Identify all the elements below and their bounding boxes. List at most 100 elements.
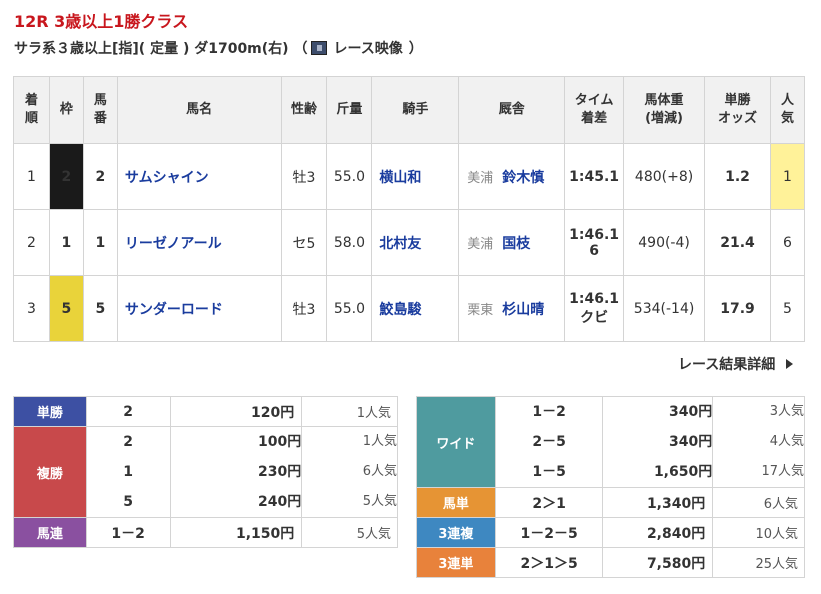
tansho-label: 単勝 xyxy=(13,396,87,427)
payout-row-umatan: 馬単 2＞1 1,340円 6人気 xyxy=(416,487,805,518)
popularity: 6 xyxy=(769,209,806,276)
fukusho-ninki: 5人気 xyxy=(362,494,397,509)
sex-age: 牡3 xyxy=(280,143,328,210)
wide-amount: 340円 xyxy=(669,434,713,450)
chevron-right-icon xyxy=(786,359,794,369)
table-row: 2 1 1 リーゼノアール セ5 58.0 北村友 美浦 国枝 1:46.1 6 4… xyxy=(13,209,806,276)
umaren-amount: 1,150円 xyxy=(169,517,303,548)
horse-link[interactable]: サンダーロード xyxy=(125,302,223,318)
win-odds: 17.9 xyxy=(704,275,771,342)
header-sexage: 性齢 xyxy=(280,76,328,144)
carried-weight: 55.0 xyxy=(326,275,373,342)
header-trainer: 厩舎 xyxy=(458,76,566,144)
race-conditions-close: ） xyxy=(408,41,423,57)
waku-badge: 2 xyxy=(48,143,84,210)
carried-weight: 58.0 xyxy=(326,209,373,276)
trainer-region: 栗東 xyxy=(467,302,494,318)
jockey-link[interactable]: 横山和 xyxy=(379,170,421,186)
wide-combo: 2－5 xyxy=(532,434,566,450)
race-conditions-text: サラ系３歳以上[指]( 定量 ) ダ1700m(右) （ xyxy=(14,41,308,57)
video-icon xyxy=(311,41,328,55)
wide-combo: 1－5 xyxy=(532,464,566,480)
fukusho-label: 複勝 xyxy=(13,426,87,518)
horse-cell: サムシャイン xyxy=(116,143,282,210)
table-row: 3 5 5 サンダーロード 牡3 55.0 鮫島駿 栗東 杉山晴 1:46.1 クビ… xyxy=(13,275,806,342)
header-horse: 馬名 xyxy=(116,76,282,144)
jockey-cell: 北村友 xyxy=(371,209,460,276)
jockey-link[interactable]: 鮫島駿 xyxy=(379,302,421,318)
trainer-cell: 美浦 国枝 xyxy=(458,209,566,276)
fukusho-combo: 5 xyxy=(123,494,134,510)
trainer-region: 美浦 xyxy=(467,170,494,186)
waku-badge: 5 xyxy=(48,275,84,342)
trainer-link[interactable]: 杉山晴 xyxy=(502,302,544,318)
umaren-combo: 1－2 xyxy=(85,517,171,548)
race-video-link[interactable]: レース映像 xyxy=(311,38,403,58)
header-time: タイム 着差 xyxy=(564,76,625,144)
tansho-combo: 2 xyxy=(85,396,171,427)
umaren-label: 馬連 xyxy=(13,517,87,548)
header-umaban: 馬番 xyxy=(82,76,118,144)
sanrentan-combo: 2＞1＞5 xyxy=(494,547,604,578)
trainer-cell: 美浦 鈴木慎 xyxy=(458,143,566,210)
detail-link-label: レース結果詳細 xyxy=(678,357,776,373)
trainer-link[interactable]: 鈴木慎 xyxy=(502,170,544,186)
header-pop: 人気 xyxy=(769,76,806,144)
umaban: 1 xyxy=(82,209,118,276)
win-odds: 21.4 xyxy=(704,209,771,276)
jockey-link[interactable]: 北村友 xyxy=(379,236,421,252)
header-waku: 枠 xyxy=(48,76,84,144)
horse-link[interactable]: リーゼノアール xyxy=(125,236,222,252)
fukusho-ninki: 6人気 xyxy=(362,464,397,479)
jockey-cell: 鮫島駿 xyxy=(371,275,460,342)
race-conditions: サラ系３歳以上[指]( 定量 ) ダ1700m(右) （ レース映像 ） xyxy=(14,38,423,58)
payout-row-fukusho: 複勝 2 1 5 100円 230円 240円 1人気 6人気 5人気 xyxy=(13,426,398,518)
horse-link[interactable]: サムシャイン xyxy=(125,170,209,186)
umatan-ninki: 6人気 xyxy=(712,487,805,518)
wide-combos: 1－2 2－5 1－5 xyxy=(494,396,604,488)
sanrenpuku-label: 3連複 xyxy=(416,517,496,548)
fukusho-amount: 230円 xyxy=(258,464,302,480)
tansho-ninki: 1人気 xyxy=(301,396,398,427)
finish-time: 1:46.1 6 xyxy=(564,209,625,276)
body-weight: 534(-14) xyxy=(623,275,706,342)
fukusho-amounts: 100円 230円 240円 xyxy=(169,426,303,518)
header-rank: 着順 xyxy=(13,76,50,144)
fukusho-amount: 100円 xyxy=(258,434,302,450)
sanrenpuku-ninki: 10人気 xyxy=(712,517,805,548)
race-title: 12R 3歳以上1勝クラス xyxy=(14,12,189,31)
wide-ninkis: 3人気 4人気 17人気 xyxy=(712,396,805,488)
waku-badge: 1 xyxy=(48,209,84,276)
race-result-detail-link[interactable]: レース結果詳細 xyxy=(678,354,794,374)
payout-table-left: 単勝 2 120円 1人気 複勝 2 1 5 100円 230円 240円 1人… xyxy=(13,396,398,548)
fukusho-ninkis: 1人気 6人気 5人気 xyxy=(301,426,398,518)
umatan-label: 馬単 xyxy=(416,487,496,518)
header-weight: 斤量 xyxy=(326,76,373,144)
rank: 3 xyxy=(13,275,50,342)
sanrenpuku-amount: 2,840円 xyxy=(602,517,714,548)
payout-row-tansho: 単勝 2 120円 1人気 xyxy=(13,396,398,427)
popularity: 5 xyxy=(769,275,806,342)
sanrentan-ninki: 25人気 xyxy=(712,547,805,578)
trainer-region: 美浦 xyxy=(467,236,494,252)
wide-ninki: 3人気 xyxy=(769,404,804,419)
finish-time: 1:46.1 クビ xyxy=(564,275,625,342)
sex-age: セ5 xyxy=(280,209,328,276)
trainer-link[interactable]: 国枝 xyxy=(502,236,530,252)
table-row: 1 2 2 サムシャイン 牡3 55.0 横山和 美浦 鈴木慎 1:45.1 48… xyxy=(13,143,806,210)
payout-row-sanrenpuku: 3連複 1－2－5 2,840円 10人気 xyxy=(416,517,805,548)
body-weight: 490(-4) xyxy=(623,209,706,276)
header-body: 馬体重 (増減) xyxy=(623,76,706,144)
header-jockey: 騎手 xyxy=(371,76,460,144)
payout-row-sanrentan: 3連単 2＞1＞5 7,580円 25人気 xyxy=(416,547,805,578)
umatan-combo: 2＞1 xyxy=(494,487,604,518)
race-result-table: 着順 枠 馬番 馬名 性齢 斤量 騎手 厩舎 タイム 着差 馬体重 (増減) 単勝オ… xyxy=(13,76,806,342)
wide-amount: 1,650円 xyxy=(653,464,713,480)
wide-label: ワイド xyxy=(416,396,496,488)
result-header-row: 着順 枠 馬番 馬名 性齢 斤量 騎手 厩舎 タイム 着差 馬体重 (増減) 単勝オ… xyxy=(13,76,806,144)
jockey-cell: 横山和 xyxy=(371,143,460,210)
race-video-label: レース映像 xyxy=(333,41,403,57)
umaban: 5 xyxy=(82,275,118,342)
wide-amounts: 340円 340円 1,650円 xyxy=(602,396,714,488)
fukusho-combo: 1 xyxy=(123,464,134,480)
